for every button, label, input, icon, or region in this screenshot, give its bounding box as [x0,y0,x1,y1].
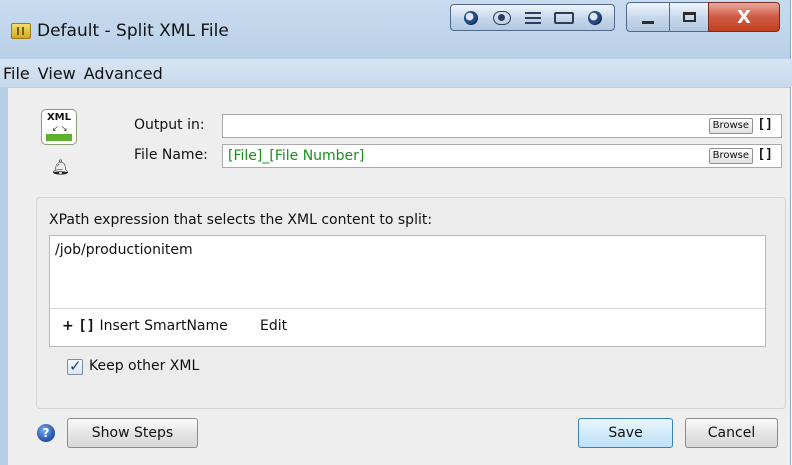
dialog-body: XML ↙↘ 🔔︎ Output in: Browse [] File Name… [8,88,790,465]
smartname-icon: [] [78,318,96,334]
eye-icon [492,10,511,25]
xpath-value: /job/productionitem [55,242,193,258]
edit-button[interactable]: Edit [260,318,287,334]
output-smartname-button[interactable]: [] [757,117,773,132]
maximize-button[interactable] [669,2,709,32]
save-button[interactable]: Save [578,418,673,448]
menu-file[interactable]: File [2,64,31,83]
app-icon[interactable] [11,23,31,39]
output-browse-button[interactable]: Browse [708,118,753,134]
insert-smartname-button[interactable]: + [] Insert SmartName [62,318,228,334]
xpath-panel: XPath expression that selects the XML co… [36,197,786,409]
record-icon [463,10,478,25]
window-icon [553,11,574,24]
record-icon [587,10,602,25]
filename-smartname-button[interactable]: [] [757,147,773,162]
keep-other-xml-label[interactable]: Keep other XML [89,358,199,374]
show-steps-button[interactable]: Show Steps [67,418,198,448]
menu-bar: File View Advanced [0,59,792,87]
minimize-button[interactable] [626,2,670,32]
list-icon [524,11,541,24]
filename-browse-button[interactable]: Browse [708,148,753,164]
title-bar[interactable]: Default - Split XML File X [0,0,790,58]
minimize-icon [642,20,654,24]
record-button-2[interactable] [582,8,608,28]
green-bar [46,134,72,141]
plus-icon: + [62,318,74,334]
xpath-editor-footer: + [] Insert SmartName Edit [50,308,765,346]
window-title: Default - Split XML File [37,21,229,41]
title-toolbar [450,4,615,31]
help-icon[interactable]: ? [37,424,55,442]
xml-element-icon: XML ↙↘ [41,109,77,145]
view-button[interactable] [489,8,515,28]
close-icon: X [737,6,751,28]
filename-value: [File]_[File Number] [228,148,365,164]
arrows-icon: ↙↘ [52,124,70,133]
xpath-editor[interactable]: /job/productionitem + [] Insert SmartNam… [49,235,766,347]
maximize-icon [682,12,696,22]
window-button[interactable] [551,8,577,28]
list-button[interactable] [520,8,546,28]
menu-view[interactable]: View [37,64,77,83]
close-button[interactable]: X [708,2,780,32]
bell-icon[interactable]: 🔔︎ [51,158,70,176]
menu-advanced[interactable]: Advanced [83,64,164,83]
app-window: Default - Split XML File X File View Adv… [0,0,792,465]
output-field[interactable]: Browse [] [222,114,782,138]
keep-other-xml-checkbox[interactable] [67,357,83,375]
record-button[interactable] [458,8,484,28]
xpath-label: XPath expression that selects the XML co… [49,212,433,228]
filename-field[interactable]: [File]_[File Number] Browse [] [222,144,782,168]
output-label: Output in: [134,117,205,133]
cancel-button[interactable]: Cancel [685,418,778,448]
insert-smartname-label: Insert SmartName [99,318,228,334]
xml-icon-text: XML [46,112,72,123]
filename-label: File Name: [134,147,208,163]
